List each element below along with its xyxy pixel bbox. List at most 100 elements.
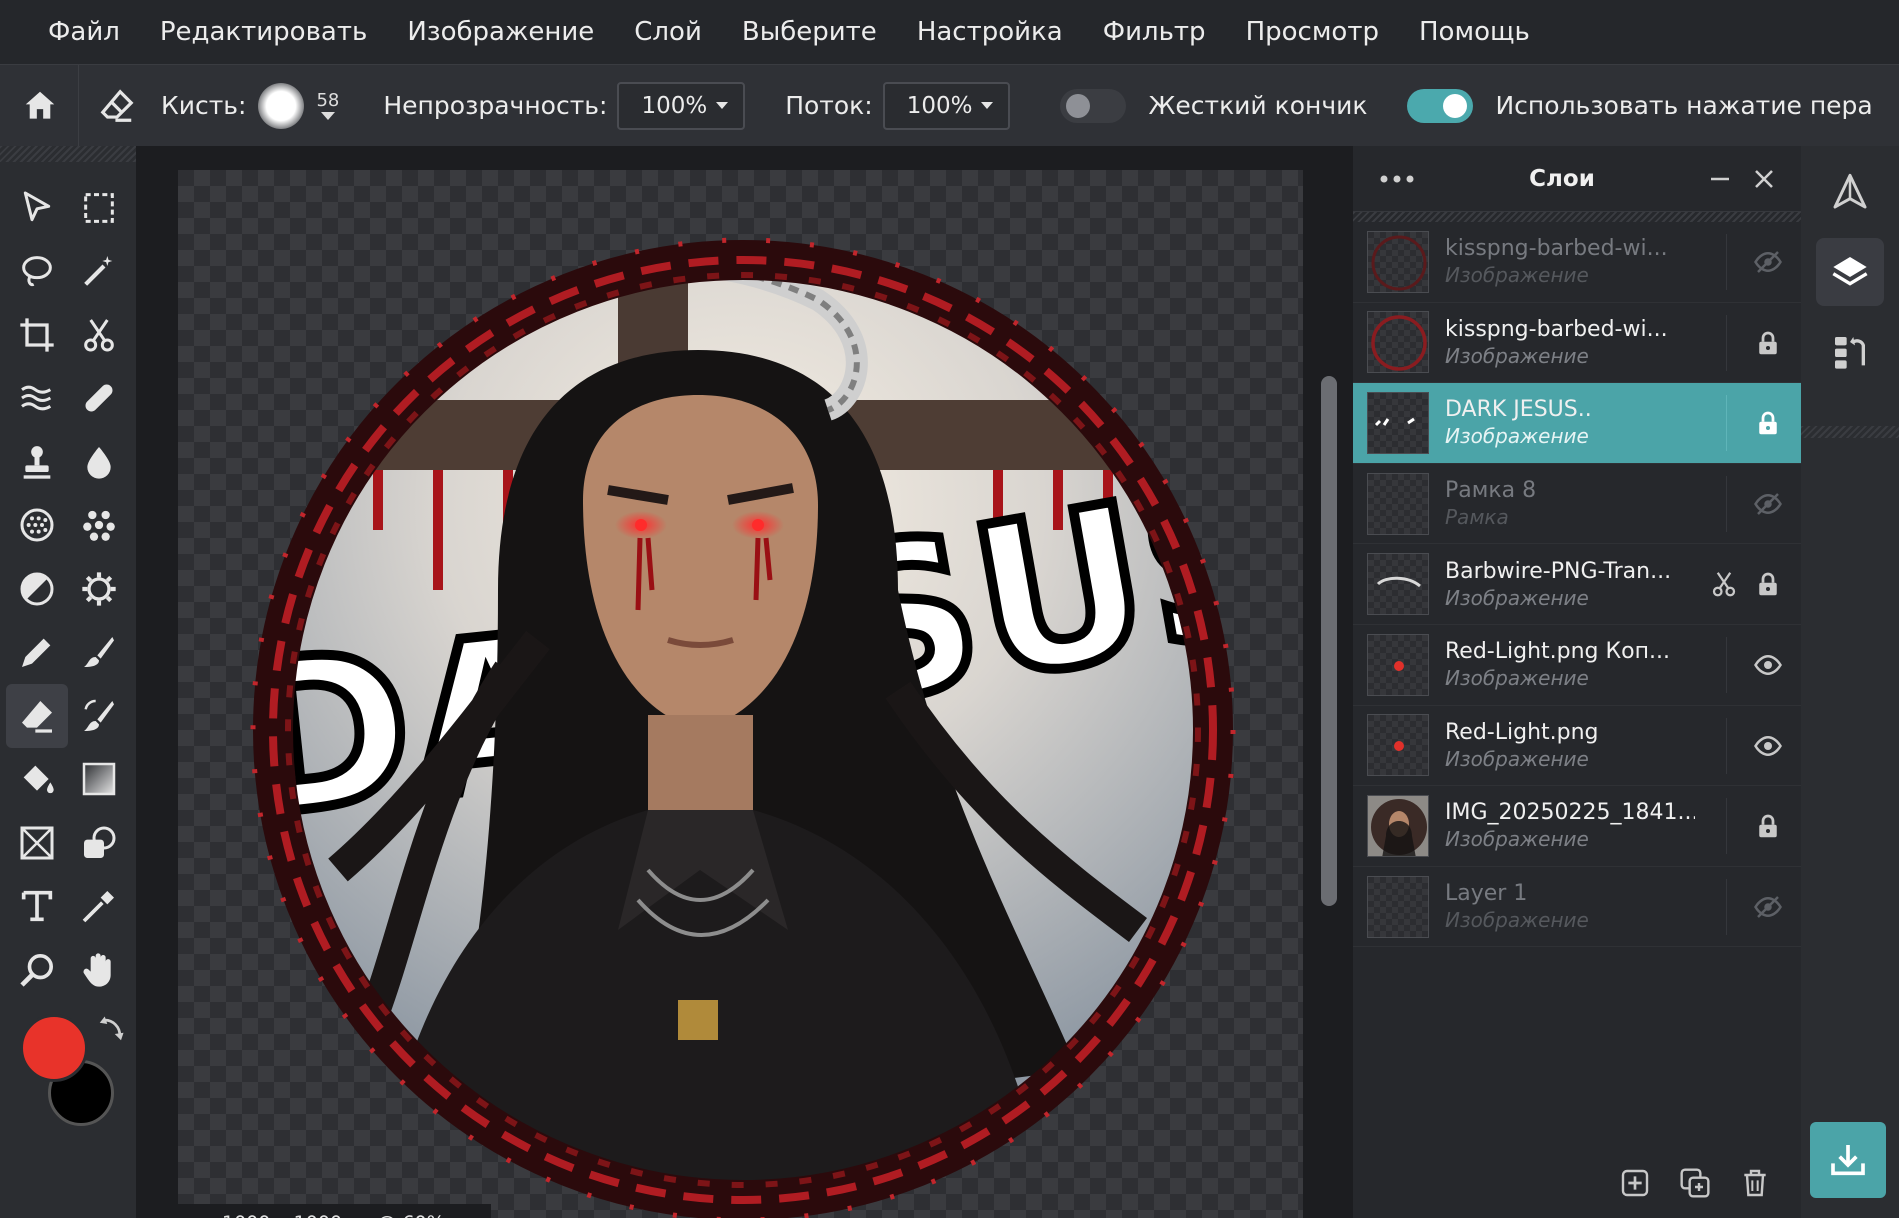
liquify-tool-icon[interactable] (6, 367, 68, 431)
chevron-down-icon (716, 102, 729, 109)
brush-label: Кисть: (161, 91, 247, 120)
menu-file[interactable]: Файл (48, 17, 120, 47)
layer-row[interactable]: kisspng-barbed-wi... Изображение (1353, 303, 1801, 384)
minimize-icon[interactable] (1709, 168, 1731, 190)
menu-select[interactable]: Выберите (742, 17, 877, 47)
heal-tool-icon[interactable] (68, 367, 130, 431)
foreground-color-swatch[interactable] (20, 1014, 88, 1082)
duplicate-layer-icon[interactable] (1679, 1167, 1711, 1199)
opacity-dropdown[interactable]: 100% (617, 81, 746, 130)
brush-preview[interactable] (258, 82, 305, 129)
right-panel-strip (1801, 146, 1899, 1218)
paint-bucket-tool-icon[interactable] (6, 748, 68, 812)
more-options-icon[interactable] (1379, 174, 1415, 184)
adjust-panel-icon[interactable] (1816, 158, 1884, 226)
layer-name: Layer 1 (1445, 881, 1528, 907)
menu-help[interactable]: Помощь (1419, 17, 1530, 47)
swap-colors-icon[interactable] (96, 1014, 126, 1044)
sponge-tool-icon[interactable] (6, 494, 68, 558)
marquee-tool-icon[interactable] (68, 176, 130, 240)
lock-icon[interactable] (1753, 328, 1783, 358)
chevron-down-icon (981, 102, 994, 109)
add-layer-icon[interactable] (1619, 1167, 1651, 1199)
download-button[interactable] (1810, 1122, 1886, 1198)
layer-row[interactable]: Red-Light.png Коп... Изображение (1353, 625, 1801, 706)
menu-edit[interactable]: Редактировать (160, 17, 367, 47)
layers-panel: Слои kisspng-barbed-wi... Изображение kis… (1351, 146, 1801, 1218)
layer-row[interactable]: Layer 1 Изображение (1353, 867, 1801, 948)
history-panel-icon[interactable] (1816, 318, 1884, 386)
lock-icon[interactable] (1753, 569, 1783, 599)
layer-type: Изображение (1445, 746, 1589, 771)
close-icon[interactable] (1753, 168, 1775, 190)
delete-layer-icon[interactable] (1739, 1167, 1771, 1199)
pattern-brush-tool-icon[interactable] (68, 494, 130, 558)
zoom-tool-icon[interactable] (6, 938, 68, 1002)
eye-hidden-icon[interactable] (1753, 247, 1783, 277)
gradient-tool-icon[interactable] (68, 748, 130, 812)
clone-stamp-tool-icon[interactable] (6, 430, 68, 494)
eye-hidden-icon[interactable] (1753, 892, 1783, 922)
eye-icon[interactable] (1753, 731, 1783, 761)
canvas-vertical-scrollbar[interactable] (1321, 376, 1337, 906)
layer-name: Red-Light.png Коп... (1445, 639, 1670, 665)
menu-image[interactable]: Изображение (407, 17, 594, 47)
layer-row[interactable]: kisspng-barbed-wi... Изображение (1353, 222, 1801, 303)
menu-bar: Файл Редактировать Изображение Слой Выбе… (0, 0, 1899, 64)
eraser-tool-icon[interactable] (6, 684, 68, 748)
brush-size-control[interactable]: 58 (316, 90, 339, 121)
image-canvas[interactable]: DARK SUS (178, 170, 1303, 1218)
menu-adjust[interactable]: Настройка (917, 17, 1063, 47)
canvas-area[interactable]: DARK SUS (136, 146, 1351, 1218)
layer-type: Изображение (1445, 827, 1589, 852)
pencil-tool-icon[interactable] (6, 621, 68, 685)
lasso-tool-icon[interactable] (6, 240, 68, 304)
color-replace-tool-icon[interactable] (68, 684, 130, 748)
layer-thumbnail (1367, 794, 1429, 857)
magic-wand-tool-icon[interactable] (68, 240, 130, 304)
layer-name: Red-Light.png (1445, 719, 1599, 745)
hard-tip-toggle[interactable] (1060, 88, 1127, 123)
shape-tool-icon[interactable] (68, 811, 130, 875)
crop-tool-icon[interactable] (6, 303, 68, 367)
hand-tool-icon[interactable] (68, 938, 130, 1002)
flow-dropdown[interactable]: 100% (882, 81, 1011, 130)
layer-row[interactable]: Red-Light.png Изображение (1353, 706, 1801, 787)
text-tool-icon[interactable] (6, 875, 68, 939)
layer-type: Изображение (1445, 424, 1589, 449)
shape-frame-tool-icon[interactable] (6, 811, 68, 875)
pen-pressure-toggle[interactable] (1407, 88, 1474, 123)
layer-name: DARK JESUS.. (1445, 397, 1592, 423)
eye-icon[interactable] (1753, 650, 1783, 680)
eye-hidden-icon[interactable] (1753, 489, 1783, 519)
eyedropper-tool-icon[interactable] (68, 875, 130, 939)
pen-pressure-label: Использовать нажатие пера (1495, 91, 1873, 120)
layer-row[interactable]: IMG_20250225_1841... Изображение (1353, 786, 1801, 867)
brush-tool-icon[interactable] (68, 621, 130, 685)
menu-filter[interactable]: Фильтр (1103, 17, 1206, 47)
menu-view[interactable]: Просмотр (1246, 17, 1379, 47)
home-icon[interactable] (20, 86, 60, 126)
layers-panel-icon[interactable] (1816, 238, 1884, 306)
layer-row-selected[interactable]: DARK JESUS.. Изображение (1353, 383, 1801, 464)
layers-panel-header: Слои (1353, 146, 1801, 212)
lock-icon[interactable] (1753, 811, 1783, 841)
clipping-mask-icon[interactable] (1709, 569, 1739, 599)
layer-type: Изображение (1445, 908, 1589, 933)
blur-tool-icon[interactable] (68, 430, 130, 494)
opacity-value: 100% (641, 92, 708, 119)
move-tool-icon[interactable] (6, 176, 68, 240)
dodge-burn-tool-icon[interactable] (6, 557, 68, 621)
sharpen-tool-icon[interactable] (68, 557, 130, 621)
opacity-label: Непрозрачность: (383, 91, 608, 120)
options-toolbar: Кисть: 58 Непрозрачность: 100% Поток: 10… (0, 64, 1899, 147)
lock-icon[interactable] (1753, 408, 1783, 438)
layer-row[interactable]: Рамка 8 Рамка (1353, 464, 1801, 545)
layer-name: kisspng-barbed-wi... (1445, 236, 1668, 262)
layer-thumbnail (1367, 553, 1429, 616)
menu-layer[interactable]: Слой (634, 17, 702, 47)
layer-row[interactable]: Barbwire-PNG-Tran... Изображение (1353, 544, 1801, 625)
cut-tool-icon[interactable] (68, 303, 130, 367)
layer-thumbnail (1367, 311, 1429, 374)
layer-thumbnail (1367, 875, 1429, 938)
